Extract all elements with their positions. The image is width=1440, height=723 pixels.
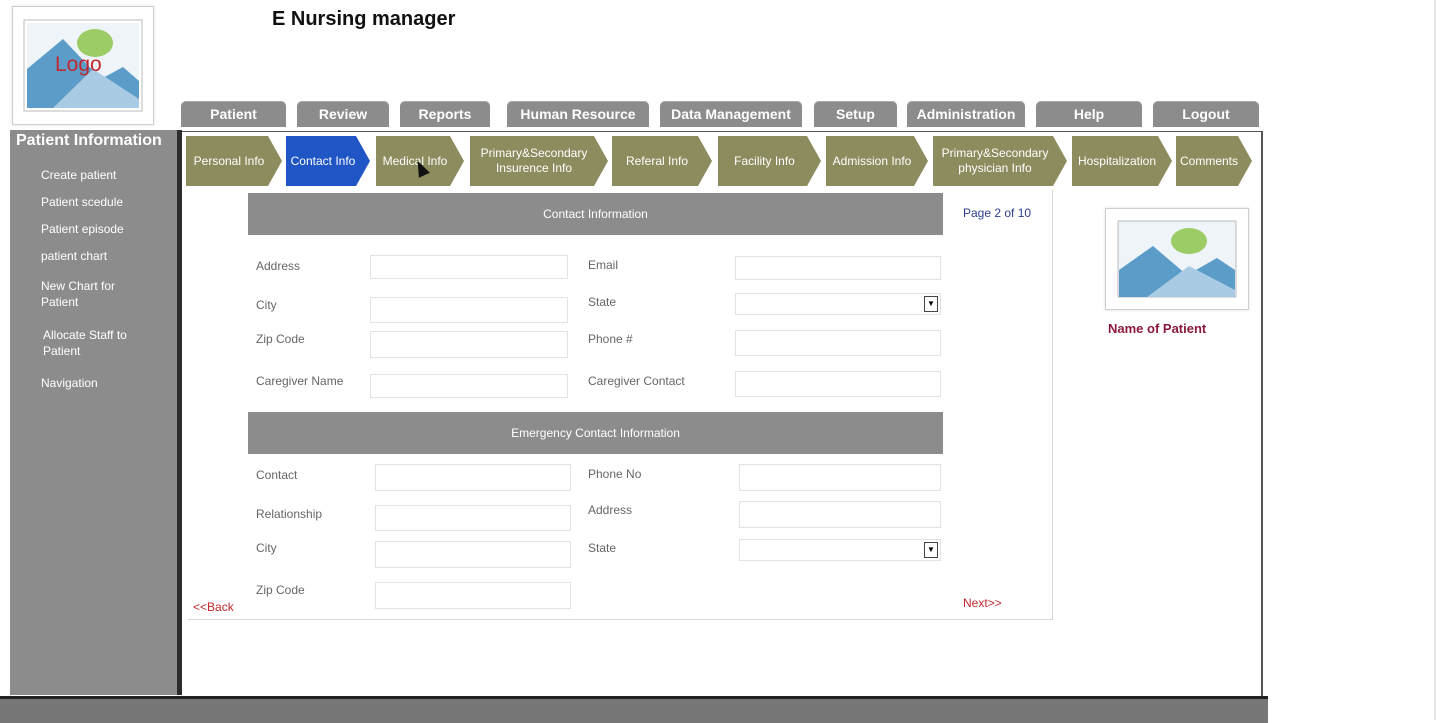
- phone-input[interactable]: [735, 330, 941, 356]
- nav-setup-button[interactable]: Setup: [814, 101, 897, 127]
- emergency-contact-input[interactable]: [375, 464, 571, 491]
- zip-label: Zip Code: [256, 332, 305, 346]
- tab-physician-info[interactable]: Primary&Secondary physician Info: [933, 136, 1067, 186]
- city-input[interactable]: [370, 297, 568, 323]
- logo-text: Logo: [55, 53, 102, 76]
- next-link[interactable]: Next>>: [963, 596, 1002, 610]
- emergency-section-header: Emergency Contact Information: [248, 412, 943, 454]
- dropdown-arrow-icon[interactable]: ▼: [924, 542, 938, 558]
- tab-personal-info[interactable]: Personal Info: [186, 136, 282, 186]
- emergency-phone-input[interactable]: [739, 464, 941, 491]
- patient-image-icon: [1117, 220, 1237, 298]
- nav-human-resource-button[interactable]: Human Resource: [507, 101, 649, 127]
- emergency-state-label: State: [588, 541, 617, 555]
- logo: Logo: [12, 6, 154, 125]
- emergency-city-input[interactable]: [375, 541, 571, 568]
- dropdown-arrow-icon[interactable]: ▼: [924, 296, 938, 312]
- patient-name: Name of Patient: [1108, 321, 1207, 336]
- state-label: State: [588, 295, 617, 309]
- email-label: Email: [588, 258, 619, 272]
- sidebar-item-patient-chart[interactable]: patient chart: [41, 248, 107, 264]
- emergency-address-input[interactable]: [739, 501, 941, 528]
- state-select[interactable]: ▼: [735, 293, 941, 315]
- relationship-label: Relationship: [256, 507, 323, 521]
- emergency-phone-label: Phone No: [588, 467, 642, 481]
- patient-photo: [1105, 208, 1249, 310]
- phone-label: Phone #: [588, 332, 633, 346]
- emergency-zip-label: Zip Code: [256, 583, 305, 597]
- sidebar-item-new-chart[interactable]: New Chart for Patient: [41, 278, 141, 310]
- tab-insurance-info[interactable]: Primary&Secondary Insurence Info: [470, 136, 608, 186]
- back-link[interactable]: <<Back: [193, 600, 234, 614]
- emergency-city-label: City: [256, 541, 277, 555]
- caregiver-contact-input[interactable]: [735, 371, 941, 397]
- emergency-address-label: Address: [588, 503, 633, 517]
- sidebar-item-patient-schedule[interactable]: Patient scedule: [41, 194, 123, 210]
- caregiver-name-input[interactable]: [370, 374, 568, 398]
- nav-help-button[interactable]: Help: [1036, 101, 1142, 127]
- nav-data-management-button[interactable]: Data Management: [660, 101, 802, 127]
- relationship-input[interactable]: [375, 505, 571, 531]
- sidebar: Patient Information Create patient Patie…: [10, 130, 177, 695]
- tab-contact-info[interactable]: Contact Info: [286, 136, 370, 186]
- nav-reports-button[interactable]: Reports: [400, 101, 490, 127]
- bottom-bar: [0, 696, 1268, 723]
- nav-patient-button[interactable]: Patient: [181, 101, 286, 127]
- emergency-state-select[interactable]: ▼: [739, 539, 941, 561]
- sidebar-title: Patient Information: [16, 132, 162, 149]
- nav-administration-button[interactable]: Administration: [907, 101, 1025, 127]
- address-label: Address: [256, 259, 301, 273]
- sidebar-item-patient-episode[interactable]: Patient episode: [41, 221, 124, 237]
- emergency-contact-label: Contact: [256, 468, 298, 482]
- nav-logout-button[interactable]: Logout: [1153, 101, 1259, 127]
- tab-referal-info[interactable]: Referal Info: [612, 136, 712, 186]
- caregiver-contact-label: Caregiver Contact: [588, 374, 685, 388]
- sidebar-item-allocate-staff[interactable]: Allocate Staff to Patient: [43, 327, 153, 359]
- zip-input[interactable]: [370, 331, 568, 358]
- app-title: E Nursing manager: [272, 8, 456, 30]
- caregiver-name-label: Caregiver Name: [256, 374, 344, 388]
- sidebar-item-navigation[interactable]: Navigation: [41, 375, 98, 391]
- email-input[interactable]: [735, 256, 941, 280]
- nav-review-button[interactable]: Review: [297, 101, 389, 127]
- tab-comments[interactable]: Comments: [1176, 136, 1252, 186]
- sidebar-item-create-patient[interactable]: Create patient: [41, 167, 116, 183]
- scrollbar[interactable]: [1434, 0, 1436, 720]
- tab-facility-info[interactable]: Facility Info: [718, 136, 821, 186]
- page-indicator: Page 2 of 10: [963, 206, 1032, 220]
- contact-section-header: Contact Information: [248, 193, 943, 235]
- emergency-zip-input[interactable]: [375, 582, 571, 609]
- tab-hospitalization[interactable]: Hospitalization: [1072, 136, 1172, 186]
- address-input[interactable]: [370, 255, 568, 279]
- tab-admission-info[interactable]: Admission Info: [826, 136, 928, 186]
- city-label: City: [256, 298, 277, 312]
